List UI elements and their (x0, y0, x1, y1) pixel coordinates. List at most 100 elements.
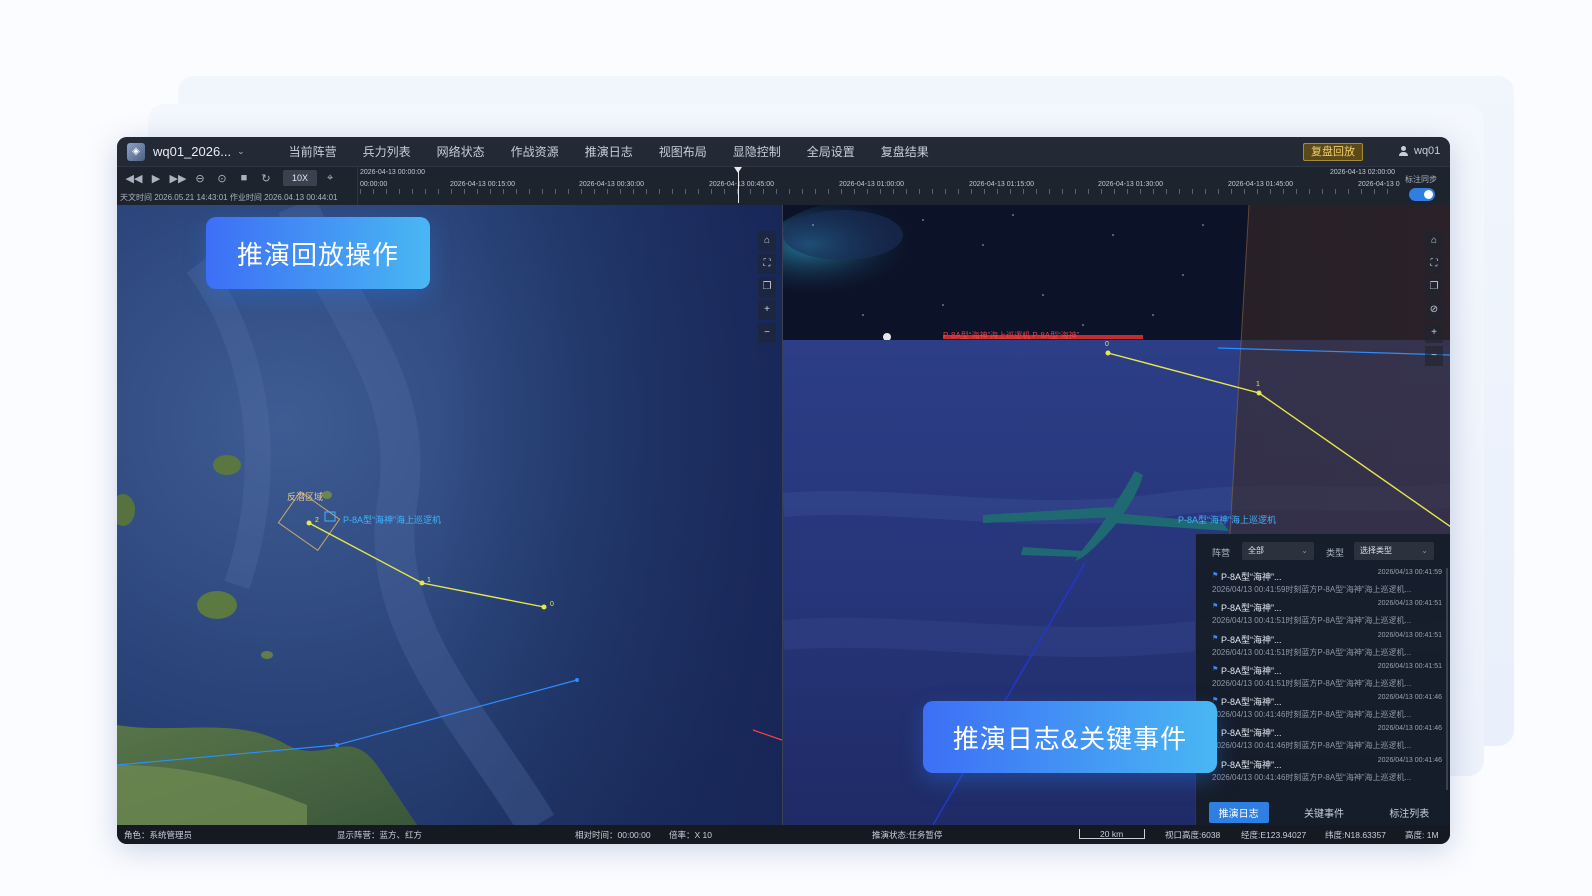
fast-forward-icon[interactable]: ▶▶ (167, 172, 189, 185)
status-sim-state: 推演状态:任务暂停 (872, 830, 943, 840)
type-select-placeholder: 选择类型 (1360, 546, 1392, 555)
event-item[interactable]: ⚑P-8A型“海神”...2026/04/13 00:41:462026/04/… (1196, 724, 1448, 755)
map-2d-toolbar: ⌂ ⛶ ❐ + − (758, 231, 776, 346)
event-time: 2026/04/13 00:41:46 (1377, 694, 1442, 702)
timeline-tick-label: 2026-04-13 01:30:00 (1098, 181, 1163, 188)
app-logo-icon: ◈ (127, 142, 145, 161)
menu-bar: ◈ wq01_2026... ⌄ 当前阵营 兵力列表 网络状态 作战资源 推演日志 视图布… (117, 137, 1450, 166)
speed-selector[interactable]: 10X (283, 170, 317, 186)
event-description: 2026/04/13 00:41:59时刻蓝方P-8A型“海神”海上巡逻机... (1212, 585, 1412, 594)
home-icon[interactable]: ⌂ (1425, 231, 1443, 251)
chevron-down-icon: ⌄ (1301, 546, 1308, 555)
status-relative-time: 相对时间：00:00:00 (575, 830, 651, 840)
zoom-out-icon[interactable]: − (1425, 346, 1443, 366)
asw-area-label: 反潜区域 (287, 492, 324, 502)
chevron-down-icon[interactable]: ⌄ (237, 146, 245, 157)
status-longitude: 经度:E123.94027 (1241, 830, 1307, 840)
menu-item[interactable]: 全局设置 (807, 143, 855, 160)
user-menu[interactable]: wq01 (1399, 145, 1440, 157)
playback-controls: ◀◀ ▶ ▶▶ ⊖ ⊙ ■ ↻ 10X ⌖ (123, 170, 333, 186)
time-readout: 天文时间 2026.05.21 14:43:01 作业时间 2026.04.13… (120, 193, 338, 202)
timeline-tick-label: 00:00:00 (360, 181, 388, 188)
event-item[interactable]: ⚑P-8A型“海神”...2026/04/13 00:41:462026/04/… (1196, 693, 1448, 724)
menu-item[interactable]: 复盘结果 (881, 143, 929, 160)
event-description: 2026/04/13 00:41:46时刻蓝方P-8A型“海神”海上巡逻机... (1212, 710, 1412, 720)
event-time: 2026/04/13 00:41:46 (1377, 725, 1442, 733)
menu-item[interactable]: 显隐控制 (733, 143, 781, 160)
menu-item[interactable]: 视图布局 (659, 143, 707, 160)
project-selector[interactable]: wq01_2026... (153, 144, 231, 159)
timeline-tick-label: 2026-04-13 01:00:00 (839, 181, 904, 188)
timeline[interactable]: 2026-04-13 00:00:00 2026-04-13 02:00:00 … (357, 167, 1400, 205)
stop-icon[interactable]: ■ (233, 172, 255, 184)
status-altitude: 高度: 1M (1405, 830, 1439, 840)
tab-sim-log[interactable]: 推演日志 (1208, 802, 1269, 823)
aircraft-label[interactable]: P-8A型“海神”海上巡逻机 (343, 513, 441, 526)
rewind-icon[interactable]: ◀◀ (123, 172, 145, 185)
event-item[interactable]: ⚑ P-8A型“海神”... 2026/04/13 00:41:51 2026/04/… (1196, 599, 1448, 630)
home-icon[interactable]: ⌂ (758, 231, 776, 251)
fullscreen-icon[interactable]: ⛶ (758, 254, 776, 274)
zoom-out-icon[interactable]: − (758, 323, 776, 343)
timeline-start-label: 2026-04-13 00:00:00 (360, 169, 425, 176)
event-name: P-8A型“海神”... (1221, 603, 1282, 614)
tab-annotation-list[interactable]: 标注列表 (1379, 802, 1439, 823)
map-2d-view[interactable]: 反潜区域 P-8A型“海神”海上巡逻机 2 1 0 ⌂ ⛶ ❐ + − (117, 205, 782, 825)
event-description: 2026/04/13 00:41:46时刻蓝方P-8A型“海神”海上巡逻机... (1212, 772, 1412, 782)
satellite-map (117, 205, 782, 825)
reset-icon[interactable]: ↻ (255, 172, 277, 185)
timeline-tick-label: 2026-04-13 00:30:00 (579, 181, 644, 188)
camp-select[interactable]: 全部 ⌄ (1242, 542, 1314, 560)
waypoint-label-2: 2 (315, 517, 319, 524)
event-item[interactable]: ⚑ P-8A型“海神”... 2026/04/13 00:41:59 2026/04/… (1196, 568, 1448, 599)
timeline-tick-label: 2026-04-13 01:45:00 (1228, 181, 1293, 188)
zoom-in-icon[interactable]: + (758, 300, 776, 320)
waypoint-3d-1: 1 (1256, 381, 1260, 388)
layers-icon[interactable]: ❐ (758, 277, 776, 297)
menu-item[interactable]: 网络状态 (437, 143, 485, 160)
fullscreen-icon[interactable]: ⛶ (1425, 254, 1443, 274)
location-pin-icon[interactable]: ⌖ (327, 172, 333, 185)
sync-label: 标注同步 (1405, 175, 1437, 184)
menu-item[interactable]: 当前阵营 (289, 143, 337, 160)
event-time: 2026/04/13 00:41:51 (1377, 600, 1442, 608)
menu-item[interactable]: 作战资源 (511, 143, 559, 160)
waypoint-label-0: 0 (550, 601, 554, 608)
menu-item[interactable]: 推演日志 (585, 143, 633, 160)
event-time: 2026/04/13 00:41:51 (1377, 631, 1442, 639)
sync-toggle[interactable] (1409, 188, 1435, 201)
tab-key-events[interactable]: 关键事件 (1294, 802, 1354, 823)
step-forward-icon[interactable]: ⊙ (211, 172, 233, 185)
event-log-panel: 阵营 全部 ⌄ 类型 选择类型 ⌄ ⚑ P-8A型“海神”... 2026/04/13 … (1195, 534, 1450, 825)
aircraft-3d-label[interactable]: P-8A型“海神”海上巡逻机 (1178, 513, 1276, 526)
waypoint-3d-0: 0 (1105, 341, 1109, 348)
timeline-playhead[interactable] (734, 167, 742, 203)
event-filters: 阵营 全部 ⌄ 类型 选择类型 ⌄ (1196, 542, 1450, 562)
type-filter-label: 类型 (1326, 548, 1345, 558)
event-list-scrollbar[interactable] (1446, 568, 1448, 790)
camp-filter-label: 阵营 (1212, 548, 1231, 558)
status-role: 角色：系统管理员 (124, 830, 193, 840)
event-time: 2026/04/13 00:41:51 (1377, 662, 1442, 670)
menu-item[interactable]: 兵力列表 (363, 143, 411, 160)
status-display-camps: 显示阵营：蓝方、红方 (337, 830, 423, 840)
callout-replay: 推演回放操作 (206, 217, 430, 289)
chevron-down-icon: ⌄ (1421, 546, 1428, 555)
event-name: P-8A型“海神”... (1221, 572, 1282, 582)
status-scale: 20 km (1100, 829, 1124, 839)
event-item[interactable]: ⚑ P-8A型“海神”... 2026/04/13 00:41:51 2026/04/… (1196, 631, 1448, 662)
step-back-icon[interactable]: ⊖ (189, 172, 211, 185)
play-icon[interactable]: ▶ (145, 172, 167, 185)
event-description: 2026/04/13 00:41:51时刻蓝方P-8A型“海神”海上巡逻机... (1212, 647, 1412, 657)
event-item[interactable]: ⚑ P-8A型“海神”... 2026/04/13 00:41:51 2026/04/… (1196, 662, 1448, 693)
layers-icon[interactable]: ❐ (1425, 277, 1443, 297)
zoom-in-icon[interactable]: + (1425, 323, 1443, 343)
event-item[interactable]: ⚑P-8A型“海神”...2026/04/13 00:41:462026/04/… (1196, 756, 1448, 787)
status-bar: 角色：系统管理员 显示阵营：蓝方、红方 相对时间：00:00:00 倍率：X 1… (117, 825, 1450, 844)
event-description: 2026/04/13 00:41:46时刻蓝方P-8A型“海神”海上巡逻机... (1212, 741, 1412, 751)
timeline-tick-label: 2026-04-13 0 (1358, 181, 1400, 188)
replay-mode-button[interactable]: 复盘回放 (1303, 143, 1363, 161)
compass-icon[interactable]: ⊘ (1425, 300, 1443, 320)
type-select[interactable]: 选择类型 ⌄ (1354, 542, 1434, 560)
event-time: 2026/04/13 00:41:59 (1377, 569, 1442, 576)
